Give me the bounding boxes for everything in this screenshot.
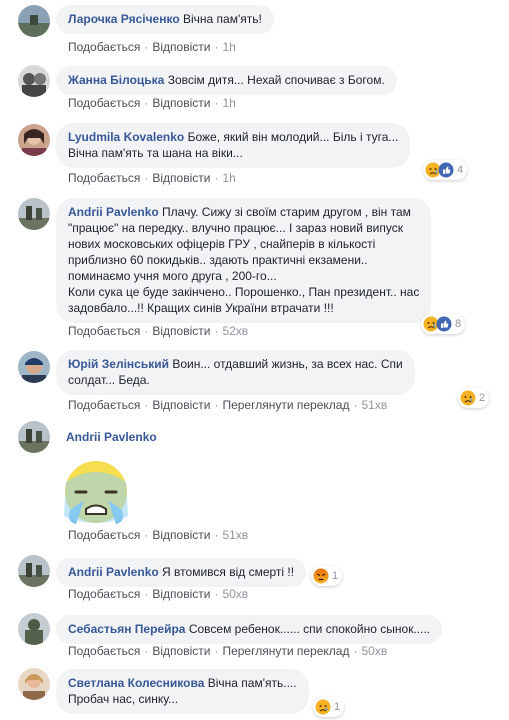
like-link[interactable]: Подобається	[68, 171, 140, 185]
reactions-summary[interactable]: 2	[458, 388, 490, 408]
translate-link[interactable]: Переглянути переклад	[222, 398, 349, 412]
reply-link[interactable]: Відповісти	[152, 96, 210, 110]
like-link[interactable]: Подобається	[68, 96, 140, 110]
comment-text: Совсем ребенок...... спи спокойно сынок.…	[188, 622, 431, 636]
reaction-count: 8	[455, 318, 462, 330]
comment-bubble: Жанна Білоцька Зовсім дитя... Нехай споч…	[56, 66, 397, 95]
like-link[interactable]: Подобається	[68, 398, 140, 412]
timestamp[interactable]: 50хв	[222, 587, 248, 601]
comment-actions: Подобається · Відповісти · 51хв	[68, 528, 249, 542]
like-reaction-icon	[438, 162, 454, 178]
reply-link[interactable]: Відповісти	[152, 587, 210, 601]
comment-actions: Подобається · Відповісти · 1h	[68, 96, 236, 110]
comment-bubble: Светлана Колесникова Вічна пам'ять.... П…	[56, 669, 309, 714]
avatar[interactable]	[18, 124, 50, 156]
comment-actions: Подобається · Відповісти · 1h	[68, 40, 236, 54]
reply-link[interactable]: Відповісти	[152, 40, 210, 54]
author-name-container: Andrii Pavlenko	[66, 430, 157, 444]
author-name[interactable]: Юрій Зелінський	[68, 357, 169, 371]
reply-link[interactable]: Відповісти	[152, 324, 210, 338]
author-name[interactable]: Andrii Pavlenko	[68, 205, 159, 219]
avatar[interactable]	[18, 421, 50, 453]
reply-link[interactable]: Відповісти	[152, 528, 210, 542]
avatar[interactable]	[18, 613, 50, 645]
comment-actions: Подобається · Відповісти · 50хв	[68, 587, 249, 601]
crying-sticker[interactable]	[56, 452, 136, 532]
translate-link[interactable]: Переглянути переклад	[222, 644, 349, 658]
timestamp[interactable]: 51хв	[222, 528, 248, 542]
comment-bubble: Andrii Pavlenko Плачу. Сижу зі своїм ста…	[56, 198, 432, 323]
reaction-count: 1	[332, 570, 339, 582]
comment-bubble: Себастьян Перейра Совсем ребенок...... с…	[56, 615, 443, 644]
avatar[interactable]	[18, 5, 50, 37]
reply-link[interactable]: Відповісти	[152, 644, 210, 658]
author-name[interactable]: Жанна Білоцька	[68, 73, 164, 87]
comment-actions: Подобається · Відповісти · Переглянути перек…	[68, 644, 388, 658]
author-name[interactable]: Andrii Pavlenko	[66, 430, 157, 444]
reactions-summary[interactable]: 1	[313, 697, 345, 717]
timestamp[interactable]: 1h	[222, 40, 235, 54]
comment-bubble: Юрій Зелінський Воин... отдавший жизнь, …	[56, 350, 415, 395]
reaction-count: 2	[479, 392, 486, 404]
author-name[interactable]: Светлана Колесникова	[68, 676, 204, 690]
avatar[interactable]	[18, 198, 50, 230]
timestamp[interactable]: 1h	[222, 96, 235, 110]
timestamp[interactable]: 50хв	[361, 644, 387, 658]
comment-actions: Подобається · Відповісти · 1h	[68, 171, 236, 185]
author-name[interactable]: Себастьян Перейра	[68, 622, 185, 636]
avatar[interactable]	[18, 668, 50, 700]
like-link[interactable]: Подобається	[68, 40, 140, 54]
angry-reaction-icon	[313, 568, 329, 584]
comment-text: Зовсім дитя... Нехай спочиває з Богом.	[167, 73, 385, 87]
avatar[interactable]	[18, 351, 50, 383]
comment-bubble: Andrii Pavlenko Я втомився від смерті !!	[56, 558, 307, 587]
author-name[interactable]: Lyudmila Kovalenko	[68, 130, 184, 144]
comment-text: Я втомився від смерті !!	[162, 565, 295, 579]
comment-text: Плачу. Сижу зі своїм старим другом , він…	[68, 205, 420, 315]
author-name[interactable]: Ларочка Рясіченко	[68, 12, 180, 26]
comment-bubble: Lyudmila Kovalenko Боже, який він молоди…	[56, 123, 411, 168]
comment-bubble: Ларочка Рясіченко Вічна пам'ять!	[56, 5, 274, 34]
reactions-summary[interactable]: 8	[421, 314, 466, 334]
timestamp[interactable]: 51хв	[361, 398, 387, 412]
timestamp[interactable]: 1h	[222, 171, 235, 185]
sad-reaction-icon	[315, 699, 331, 715]
reply-link[interactable]: Відповісти	[152, 171, 210, 185]
reactions-summary[interactable]: 1	[311, 566, 343, 586]
reaction-count: 1	[334, 701, 341, 713]
author-name[interactable]: Andrii Pavlenko	[68, 565, 159, 579]
reply-link[interactable]: Відповісти	[152, 398, 210, 412]
comment-text: Вічна пам'ять!	[183, 12, 262, 26]
like-link[interactable]: Подобається	[68, 528, 140, 542]
reaction-count: 4	[457, 164, 464, 176]
like-link[interactable]: Подобається	[68, 587, 140, 601]
like-reaction-icon	[436, 316, 452, 332]
reactions-summary[interactable]: 4	[423, 160, 468, 180]
avatar[interactable]	[18, 65, 50, 97]
comment-actions: Подобається · Відповісти · Переглянути перек…	[68, 398, 388, 412]
like-link[interactable]: Подобається	[68, 644, 140, 658]
comment-actions: Подобається · Відповісти · 52хв	[68, 324, 249, 338]
sad-reaction-icon	[460, 390, 476, 406]
like-link[interactable]: Подобається	[68, 324, 140, 338]
avatar[interactable]	[18, 555, 50, 587]
timestamp[interactable]: 52хв	[222, 324, 248, 338]
